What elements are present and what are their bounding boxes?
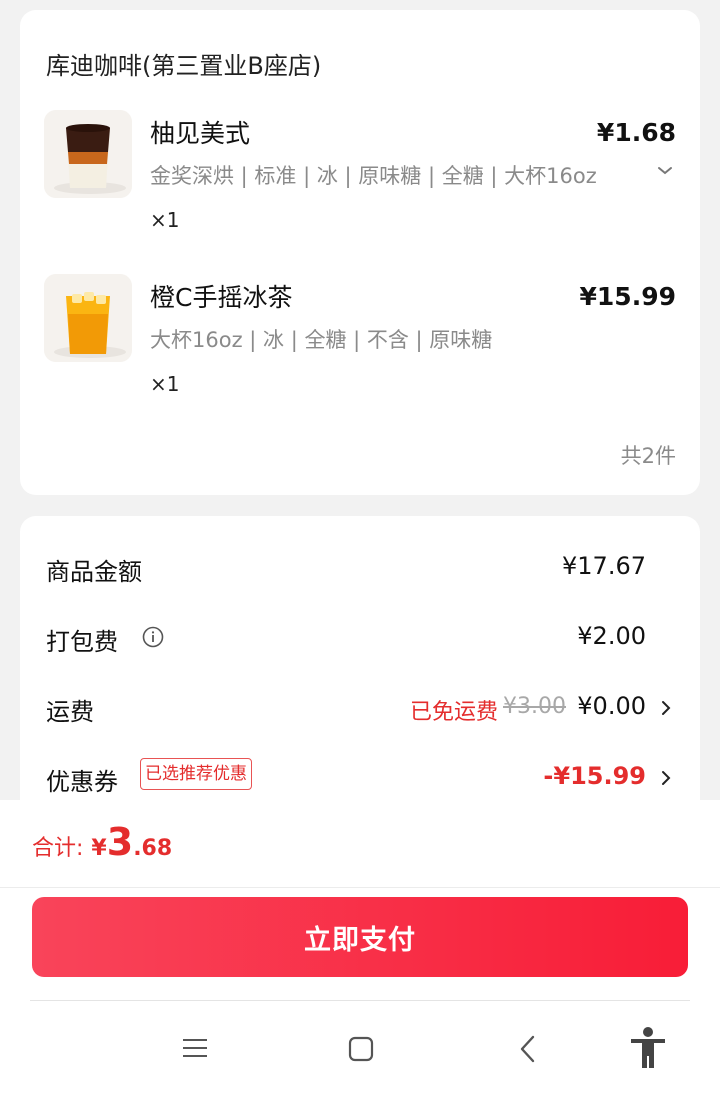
item-qty: ×1	[150, 372, 180, 396]
delivery-fee-label: 运费	[46, 698, 94, 726]
packing-fee-row: 打包费 ¥2.00	[20, 618, 700, 658]
total-label: 合计:	[32, 836, 84, 861]
info-icon[interactable]	[142, 626, 164, 648]
back-icon[interactable]	[518, 1034, 538, 1064]
divider	[0, 887, 720, 888]
home-icon[interactable]	[348, 1036, 374, 1062]
coupon-label: 优惠券	[46, 768, 118, 796]
delivery-fee-value: ¥0.00	[577, 692, 646, 720]
recent-apps-icon[interactable]	[182, 1037, 208, 1059]
order-item[interactable]: 橙C手摇冰茶 ¥15.99 大杯16oz | 冰 | 全糖 | 不含 | 原味糖…	[20, 274, 700, 414]
item-name: 橙C手摇冰茶	[150, 283, 293, 312]
pay-now-button[interactable]: 立即支付	[32, 897, 688, 977]
item-price: ¥1.68	[596, 118, 676, 147]
total-decimal: .68	[133, 836, 173, 861]
fee-card: 商品金额 ¥17.67 打包费 ¥2.00 运费 已免运费 ¥3.00 ¥0.0…	[20, 516, 700, 816]
item-price: ¥15.99	[579, 282, 676, 311]
item-qty: ×1	[150, 208, 180, 232]
coupon-row[interactable]: 优惠券 已选推荐优惠 -¥15.99	[20, 758, 700, 798]
order-total: 合计: ¥ 3 .68	[32, 820, 172, 870]
goods-amount-label: 商品金额	[46, 558, 142, 586]
item-count: 共2件	[620, 444, 676, 468]
order-item[interactable]: 柚见美式 ¥1.68 金奖深烘 | 标准 | 冰 | 原味糖 | 全糖 | 大杯…	[20, 110, 700, 250]
total-currency: ¥	[91, 836, 107, 861]
coupon-value: -¥15.99	[543, 762, 646, 790]
item-specs: 金奖深烘 | 标准 | 冰 | 原味糖 | 全糖 | 大杯16oz	[150, 164, 597, 188]
chevron-right-icon[interactable]	[660, 768, 672, 788]
goods-amount-value: ¥17.67	[562, 552, 646, 580]
shop-name: 库迪咖啡(第三置业B座店)	[46, 52, 322, 80]
free-delivery-label: 已免运费	[409, 700, 498, 725]
total-integer: 3	[106, 820, 134, 864]
packing-fee-label: 打包费	[46, 628, 118, 656]
item-name: 柚见美式	[150, 119, 251, 148]
order-items-card: 库迪咖啡(第三置业B座店) 柚见美式 ¥1.68 金奖深烘 | 标准 | 冰 |…	[20, 10, 700, 495]
divider	[30, 1000, 690, 1001]
packing-fee-value: ¥2.00	[577, 622, 646, 650]
chevron-right-icon[interactable]	[660, 698, 672, 718]
coupon-badge: 已选推荐优惠	[140, 758, 252, 790]
orange-iced-tea-cup-icon	[44, 274, 132, 362]
goods-amount-row: 商品金额 ¥17.67	[20, 548, 700, 588]
delivery-fee-row[interactable]: 运费 已免运费 ¥3.00 ¥0.00	[20, 688, 700, 728]
iced-americano-cup-icon	[44, 110, 132, 198]
original-delivery-fee: ¥3.00	[503, 694, 566, 719]
chevron-down-icon[interactable]	[656, 162, 674, 180]
accessibility-icon[interactable]	[628, 1026, 668, 1070]
item-specs: 大杯16oz | 冰 | 全糖 | 不含 | 原味糖	[150, 328, 493, 352]
checkout-bar: 合计: ¥ 3 .68 立即支付	[0, 800, 720, 1097]
